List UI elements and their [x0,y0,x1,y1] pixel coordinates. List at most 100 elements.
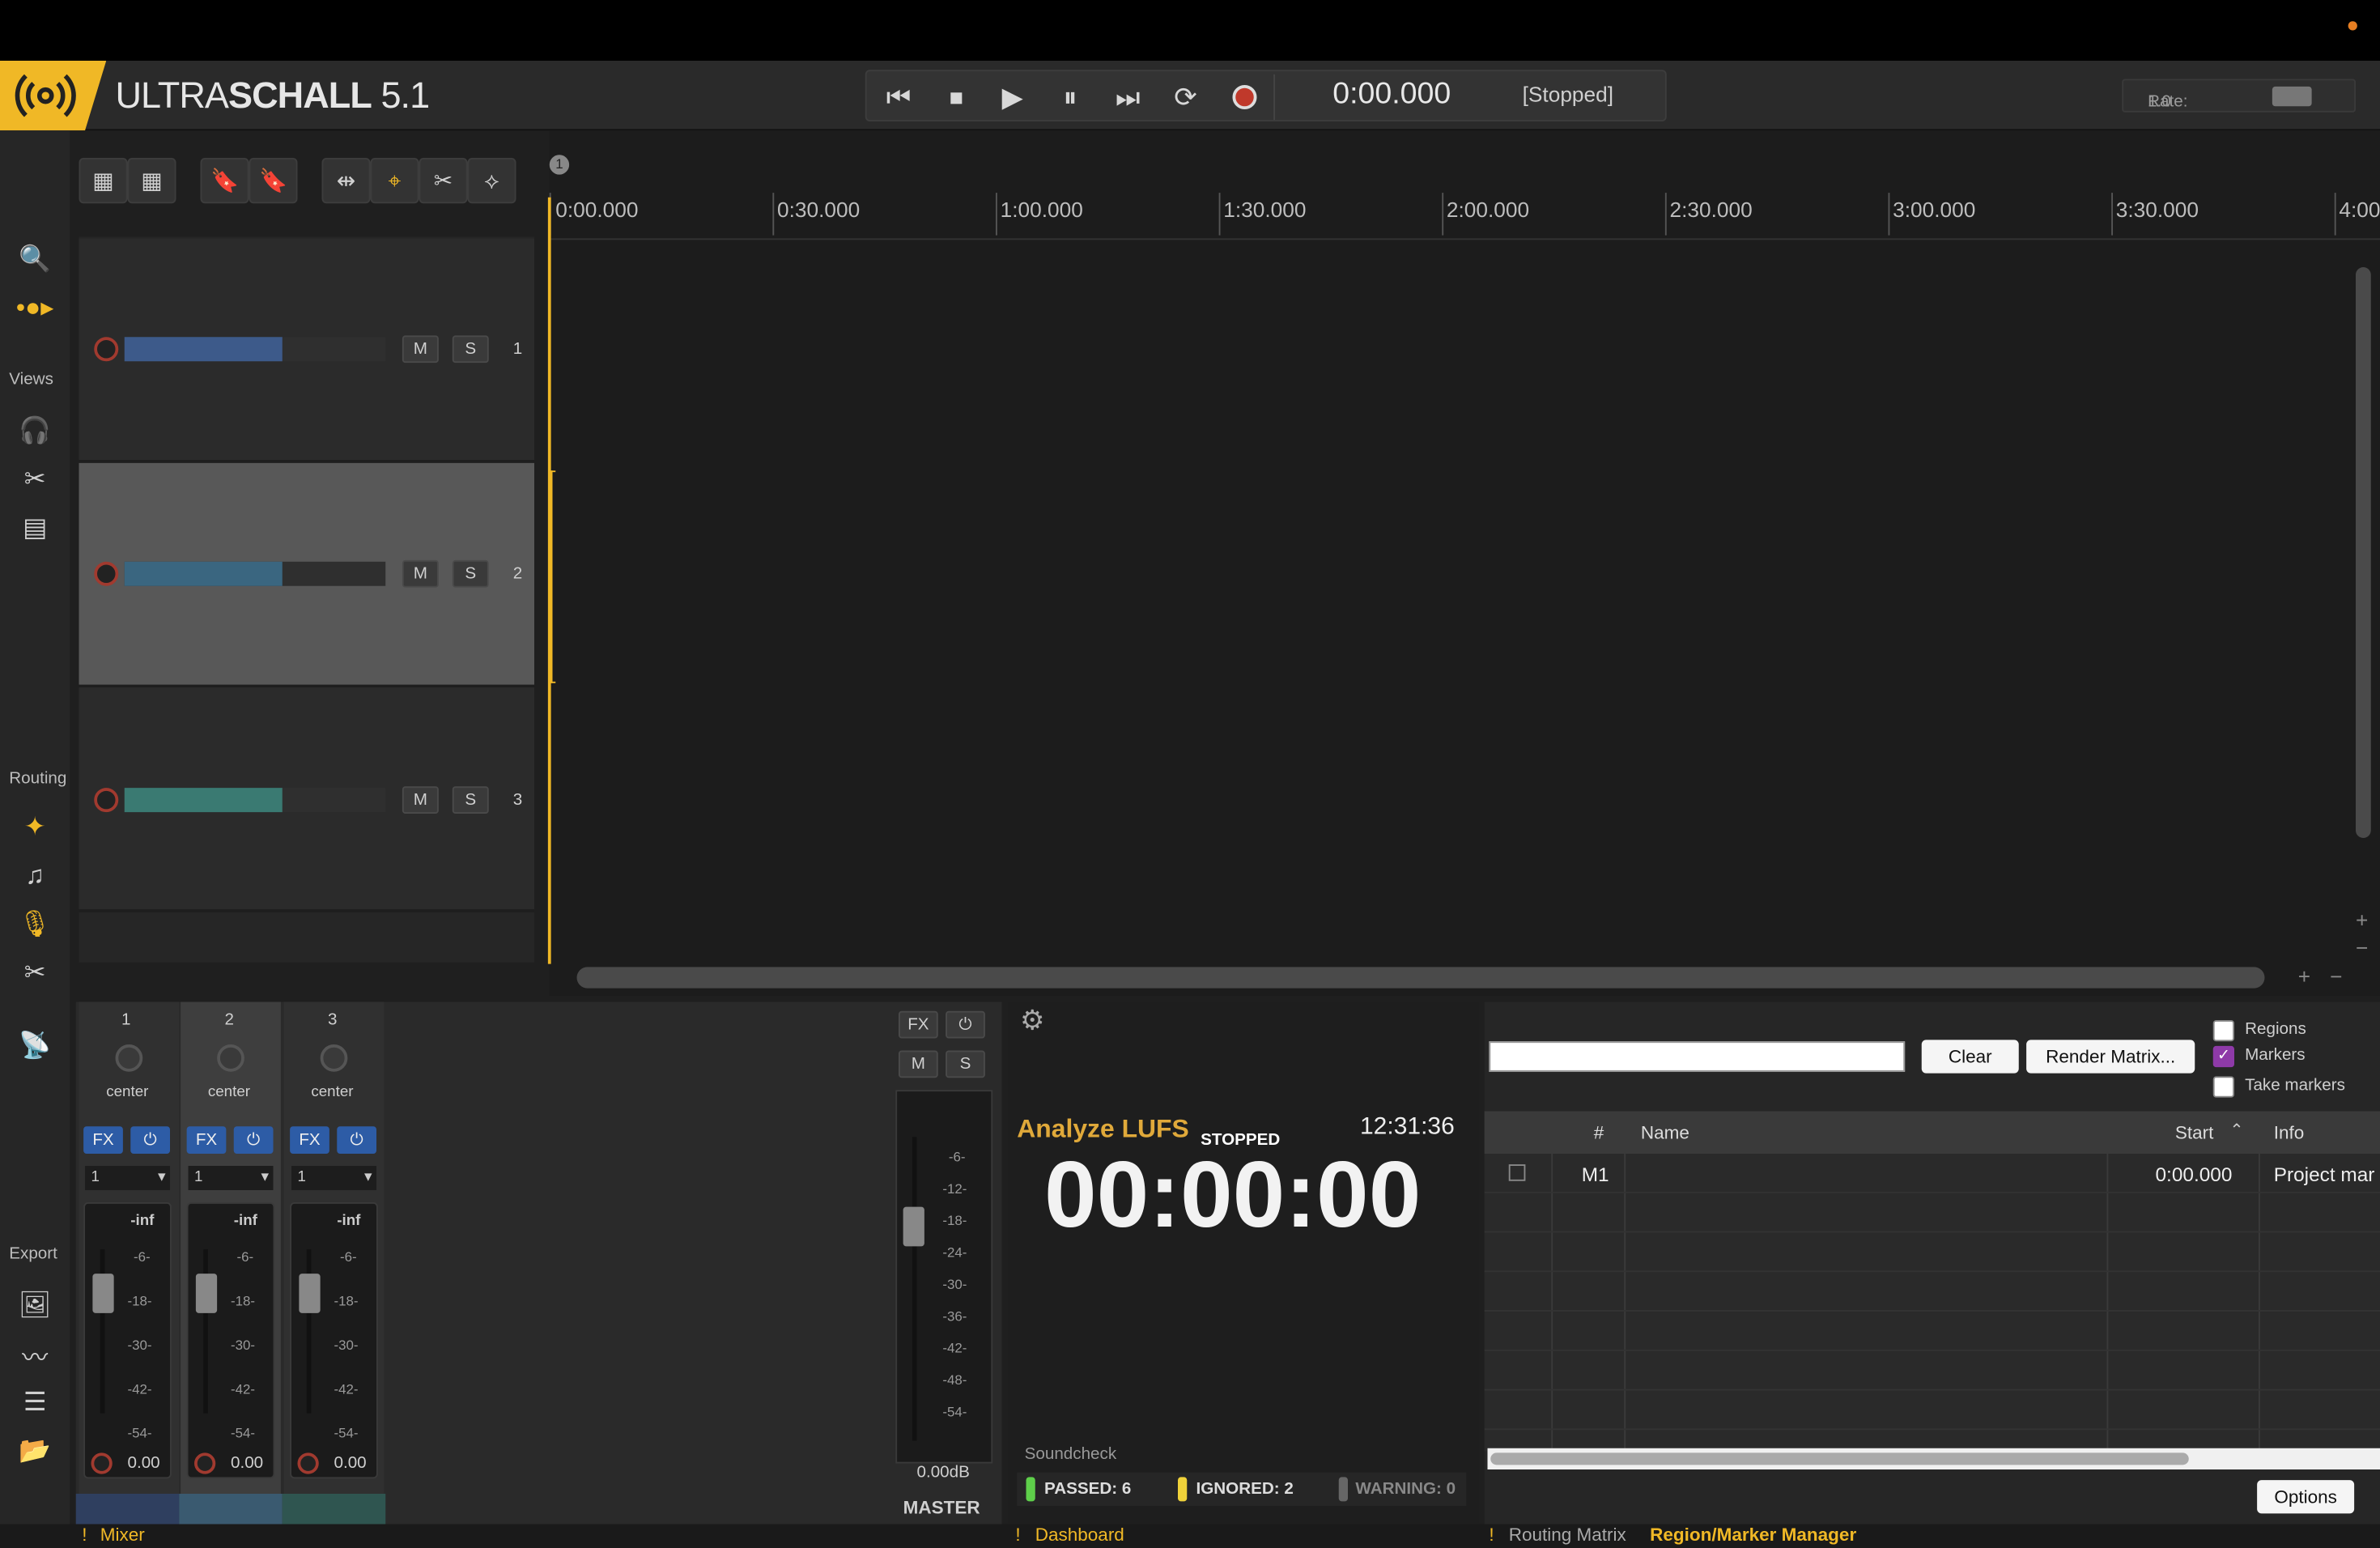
input-select[interactable]: 1 ▾ [85,1166,170,1190]
zoom-out-icon[interactable]: 🔍 [11,238,59,281]
magic-wand-icon[interactable]: ✦ [11,806,59,849]
master-solo-button[interactable]: S [946,1050,985,1078]
select-tool-icon[interactable]: ⌖ [370,158,419,204]
grid-large-icon[interactable]: ▦ [127,158,176,204]
input-select[interactable]: 1 ▾ [291,1166,376,1190]
power-icon[interactable]: ⏻ [130,1126,170,1154]
waveform-icon[interactable]: 〰 [11,1333,59,1376]
solo-button[interactable]: S [452,335,489,364]
solo-button[interactable]: S [452,786,489,814]
row-checkbox[interactable] [1508,1164,1526,1181]
table-row[interactable]: M1 0:00.000 Project mar [1484,1154,2380,1193]
power-icon[interactable]: ⏻ [337,1126,376,1154]
col-num[interactable]: # [1594,1122,1604,1143]
gear-icon[interactable]: ⚙ [1020,1005,1044,1036]
tab-mixer[interactable]: Mixer [100,1525,145,1546]
zoom-in-icon[interactable]: + [2356,908,2368,932]
col-info[interactable]: Info [2274,1122,2305,1143]
zoom-out-icon[interactable]: − [2356,935,2368,959]
rate-control[interactable]: Rate: 1.0 [2122,79,2356,113]
horizontal-scrollbar[interactable] [576,967,2265,989]
mute-button[interactable]: M [402,335,439,364]
tab-region-marker-manager[interactable]: Region/Marker Manager [1650,1525,1856,1546]
hzoom-out-icon[interactable]: − [2330,964,2342,989]
pan-knob[interactable] [320,1044,348,1072]
input-select[interactable]: 1 ▾ [188,1166,274,1190]
track-row[interactable]: M S 3 [79,687,534,912]
col-start[interactable]: Start [2175,1122,2214,1143]
power-icon[interactable]: ⏻ [946,1010,985,1039]
options-button[interactable]: Options [2257,1480,2355,1514]
folder-icon[interactable]: 📂 [11,1430,59,1473]
cut-tool-icon[interactable]: ✂ [419,158,468,204]
mute-button[interactable]: M [402,559,439,588]
ripple-edit-icon[interactable]: ⇹ [321,158,371,204]
search-input[interactable] [1489,1041,1906,1072]
track-row[interactable]: M S 2 [79,462,534,688]
power-icon[interactable]: ⏻ [233,1126,274,1154]
tab-routing-matrix[interactable]: Routing Matrix [1509,1525,1626,1546]
record-arm-button[interactable] [91,1452,113,1474]
pan-knob[interactable] [115,1044,143,1072]
table-hscrollbar[interactable] [1490,1452,2189,1465]
volume-fader[interactable] [299,1274,321,1313]
music-note-icon[interactable]: ♫ [11,855,59,898]
pause-button[interactable]: ⏸ [1048,78,1093,117]
volume-fader[interactable] [92,1274,114,1313]
headphones-icon[interactable]: 🎧 [11,410,59,453]
tab-dashboard[interactable]: Dashboard [1035,1525,1124,1546]
take-markers-checkbox[interactable] [2212,1076,2234,1098]
col-name[interactable]: Name [1641,1122,1689,1143]
track-volume-slider[interactable] [124,788,386,813]
envelope-tool-icon[interactable]: ⟡ [467,158,516,204]
fx-button[interactable]: FX [83,1126,123,1154]
image-export-icon[interactable]: 🖼 [11,1284,59,1327]
scissors-icon[interactable]: ✂ [11,952,59,995]
record-arm-button[interactable] [94,337,119,362]
warning-count[interactable]: WARNING: 0 [1355,1480,1456,1499]
master-fx-button[interactable]: FX [899,1010,938,1039]
markers-checkbox[interactable]: ✓ [2212,1045,2234,1068]
rate-slider[interactable] [2272,86,2312,107]
mute-button[interactable]: M [402,786,439,814]
solo-button[interactable]: S [452,559,489,588]
go-to-start-button[interactable]: ⏮ [876,78,921,117]
loop-button[interactable]: ⟳ [1162,78,1208,117]
ignored-count[interactable]: IGNORED: 2 [1196,1480,1294,1499]
fx-button[interactable]: FX [290,1126,329,1154]
record-arm-button[interactable] [94,788,119,813]
bookmark-icon[interactable]: 🔖 [200,158,249,204]
list-icon[interactable]: ☰ [11,1381,59,1424]
master-mute-button[interactable]: M [899,1050,938,1078]
pan-knob[interactable] [217,1044,244,1072]
record-arm-button[interactable] [297,1452,319,1474]
clear-button[interactable]: Clear [1921,1040,2019,1074]
track-volume-slider[interactable] [124,337,386,362]
marker-badge[interactable]: 1 [549,155,570,175]
stop-button[interactable]: ⏹ [933,78,979,117]
grid-small-icon[interactable]: ▦ [79,158,128,204]
master-fader[interactable] [903,1206,924,1247]
notes-icon[interactable]: ▤ [11,507,59,550]
volume-fader[interactable] [195,1274,218,1313]
microphone-icon[interactable]: 🎙 [11,904,59,946]
track-number: 2 [512,564,523,584]
passed-count[interactable]: PASSED: 6 [1044,1480,1131,1499]
track-row[interactable]: M S 1 [79,238,534,463]
track-volume-slider[interactable] [124,561,386,586]
fx-button[interactable]: FX [186,1126,227,1154]
follow-playhead-icon[interactable]: •●▸ [11,287,59,330]
hzoom-in-icon[interactable]: + [2298,964,2310,989]
record-arm-button[interactable] [94,561,119,586]
render-matrix-button[interactable]: Render Matrix... [2026,1040,2195,1074]
arrange-view[interactable] [549,130,2380,996]
play-button[interactable]: ▶ [990,78,1035,117]
vertical-scrollbar[interactable] [2356,267,2371,838]
go-to-end-button[interactable]: ⏭ [1105,78,1150,117]
scissors-icon[interactable]: ✂ [11,458,59,501]
broadcast-icon[interactable]: 📡 [11,1025,59,1068]
record-arm-button[interactable] [194,1452,216,1474]
regions-checkbox[interactable] [2212,1020,2234,1042]
record-button[interactable] [1222,78,1267,117]
bookmark-add-icon[interactable]: 🔖 [249,158,298,204]
